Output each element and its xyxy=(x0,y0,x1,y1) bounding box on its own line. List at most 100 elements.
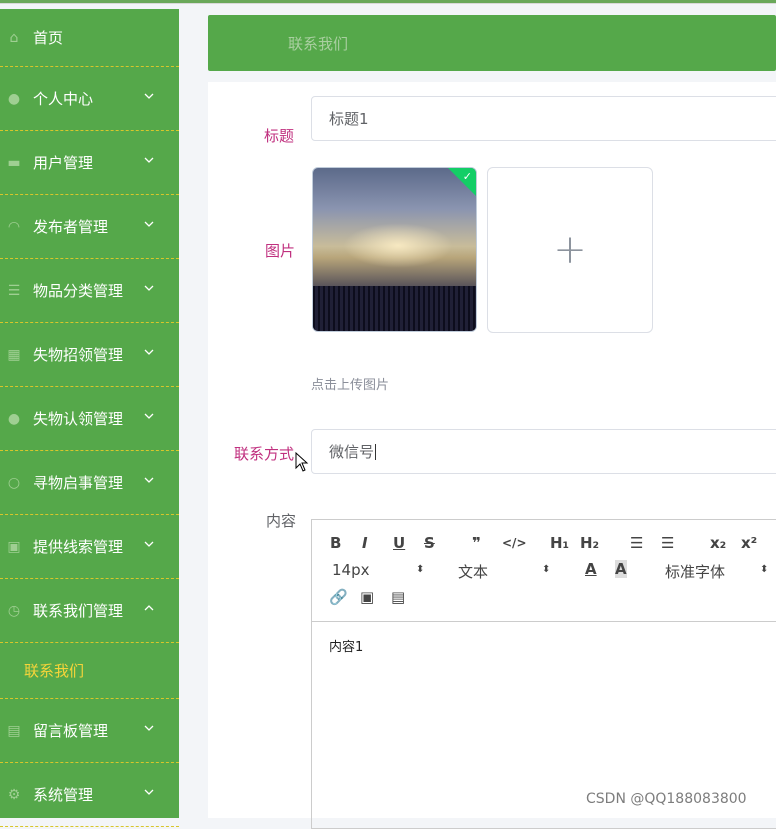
sidebar-item-home[interactable]: ⌂ 首页 xyxy=(0,9,179,67)
sidebar-item-users[interactable]: ▬ 用户管理 xyxy=(0,131,179,195)
sidebar-item-label: 失物认领管理 xyxy=(33,410,124,428)
select-arrows-icon: ⬍ xyxy=(760,564,769,575)
sidebar-item-label: 联系我们管理 xyxy=(33,602,124,620)
title-input[interactable]: 标题1 xyxy=(311,96,776,141)
mouse-cursor-icon xyxy=(295,452,309,472)
image-label: 图片 xyxy=(265,242,296,260)
main-content: 联系我们 标题 标题1 图片 ✓ + 点击上传图片 联系方式 微信号 内容 B … xyxy=(208,15,776,829)
check-icon: ✓ xyxy=(462,170,472,183)
underline-button[interactable]: U xyxy=(393,534,405,552)
editor-content[interactable]: 内容1 xyxy=(312,622,776,669)
bullet-list-button[interactable]: ☰ xyxy=(661,534,674,552)
chevron-down-icon xyxy=(144,413,154,419)
sidebar-item-label: 系统管理 xyxy=(33,786,94,804)
gear-icon: ⚙ xyxy=(7,786,21,803)
sidebar-item-label: 个人中心 xyxy=(33,90,94,108)
image-glow xyxy=(343,223,453,268)
list-icon: ☰ xyxy=(7,282,21,299)
sidebar-subitem-label: 联系我们 xyxy=(24,662,85,680)
sidebar-subitem-contact-us[interactable]: 联系我们 xyxy=(0,643,179,699)
chevron-down-icon xyxy=(144,541,154,547)
contact-input[interactable]: 微信号 xyxy=(311,429,776,474)
top-border xyxy=(0,0,776,4)
sidebar-item-system[interactable]: ⚙ 系统管理 xyxy=(0,763,179,827)
sidebar-item-label: 提供线索管理 xyxy=(33,538,124,556)
chevron-down-icon xyxy=(144,157,154,163)
editor-toolbar: B I U S ❞ </> H₁ H₂ ☰ ☰ x₂ x² 14px ⬍ 文本 ⬍ … xyxy=(312,520,776,622)
font-size-select[interactable]: 14px ⬍ xyxy=(332,561,424,579)
sidebar-item-label: 首页 xyxy=(33,29,64,47)
chevron-down-icon xyxy=(144,221,154,227)
sidebar-item-claims[interactable]: ● 失物认领管理 xyxy=(0,387,179,451)
title-input-value: 标题1 xyxy=(329,110,369,128)
clock-icon: ◷ xyxy=(7,602,21,619)
sidebar-item-message-board[interactable]: ▤ 留言板管理 xyxy=(0,699,179,763)
sidebar-item-lost-found[interactable]: ▦ 失物招领管理 xyxy=(0,323,179,387)
sidebar-item-contact-us-mgmt[interactable]: ◷ 联系我们管理 xyxy=(0,579,179,643)
font-family-value: 标准字体 xyxy=(665,563,726,581)
chevron-down-icon xyxy=(144,725,154,731)
link-icon[interactable]: 🔗 xyxy=(329,588,348,606)
chevron-down-icon xyxy=(144,789,154,795)
uploaded-image[interactable]: ✓ xyxy=(312,167,477,332)
chevron-down-icon xyxy=(144,477,154,483)
sidebar-item-label: 失物招领管理 xyxy=(33,346,124,364)
h1-button[interactable]: H₁ xyxy=(550,534,569,552)
format-select[interactable]: 文本 ⬍ xyxy=(458,561,550,582)
home-icon: ⌂ xyxy=(9,29,19,46)
edit-form: 标题 标题1 图片 ✓ + 点击上传图片 联系方式 微信号 内容 B I U S xyxy=(208,82,776,829)
superscript-button[interactable]: x² xyxy=(741,534,757,552)
briefcase-icon: ▬ xyxy=(7,154,21,171)
upload-image-button[interactable]: + xyxy=(487,167,653,333)
bold-button[interactable]: B xyxy=(330,534,341,552)
sidebar-item-categories[interactable]: ☰ 物品分类管理 xyxy=(0,259,179,323)
h2-button[interactable]: H₂ xyxy=(580,534,599,552)
format-value: 文本 xyxy=(458,563,489,581)
image-icon[interactable]: ▣ xyxy=(360,588,374,606)
code-button[interactable]: </> xyxy=(502,536,527,550)
image-grass xyxy=(313,286,476,331)
sidebar-item-label: 寻物启事管理 xyxy=(33,474,124,492)
person-icon: ● xyxy=(7,410,21,427)
sidebar-item-label: 用户管理 xyxy=(33,154,94,172)
text-caret xyxy=(375,443,377,460)
clipboard-icon: ▤ xyxy=(7,722,21,739)
sidebar: ⌂ 首页 ● 个人中心 ▬ 用户管理 ◠ 发布者管理 ☰ 物品分类管理 ▦ 失物… xyxy=(0,9,179,827)
user-icon: ● xyxy=(7,90,21,107)
sidebar-item-label: 物品分类管理 xyxy=(33,282,124,300)
page-title: 联系我们 xyxy=(288,34,349,53)
chevron-up-icon xyxy=(144,605,154,611)
font-size-value: 14px xyxy=(332,561,370,579)
card-icon: ▣ xyxy=(7,538,21,555)
font-color-button[interactable]: A xyxy=(585,560,597,578)
sidebar-item-lost-notices[interactable]: ○ 寻物启事管理 xyxy=(0,451,179,515)
sidebar-item-publishers[interactable]: ◠ 发布者管理 xyxy=(0,195,179,259)
select-arrows-icon: ⬍ xyxy=(542,564,551,575)
headset-icon: ◠ xyxy=(7,218,21,235)
chevron-down-icon xyxy=(144,285,154,291)
sidebar-item-label: 发布者管理 xyxy=(33,218,109,236)
sidebar-item-clues[interactable]: ▣ 提供线索管理 xyxy=(0,515,179,579)
plus-icon: + xyxy=(553,227,587,273)
upload-success-badge xyxy=(445,168,476,198)
font-family-select[interactable]: 标准字体 ⬍ xyxy=(665,561,768,582)
contact-label: 联系方式 xyxy=(234,445,295,463)
rich-text-editor[interactable]: B I U S ❞ </> H₁ H₂ ☰ ☰ x₂ x² 14px ⬍ 文本 ⬍ … xyxy=(311,519,776,829)
strike-button[interactable]: S xyxy=(424,534,435,552)
background-color-button[interactable]: A xyxy=(615,560,627,578)
watermark: CSDN @QQ188083800 xyxy=(586,791,747,807)
ordered-list-button[interactable]: ☰ xyxy=(630,534,643,552)
title-label: 标题 xyxy=(264,127,295,145)
video-icon[interactable]: ▤ xyxy=(391,588,405,606)
circle-icon: ○ xyxy=(7,474,21,491)
grid-icon: ▦ xyxy=(7,346,21,363)
contact-input-value: 微信号 xyxy=(329,443,375,461)
italic-button[interactable]: I xyxy=(362,534,368,552)
subscript-button[interactable]: x₂ xyxy=(710,534,726,552)
chevron-down-icon xyxy=(144,349,154,355)
quote-button[interactable]: ❞ xyxy=(472,534,481,552)
upload-hint: 点击上传图片 xyxy=(311,378,390,393)
sidebar-item-personal-center[interactable]: ● 个人中心 xyxy=(0,67,179,131)
sidebar-item-label: 留言板管理 xyxy=(33,722,109,740)
page-header: 联系我们 xyxy=(208,15,776,71)
